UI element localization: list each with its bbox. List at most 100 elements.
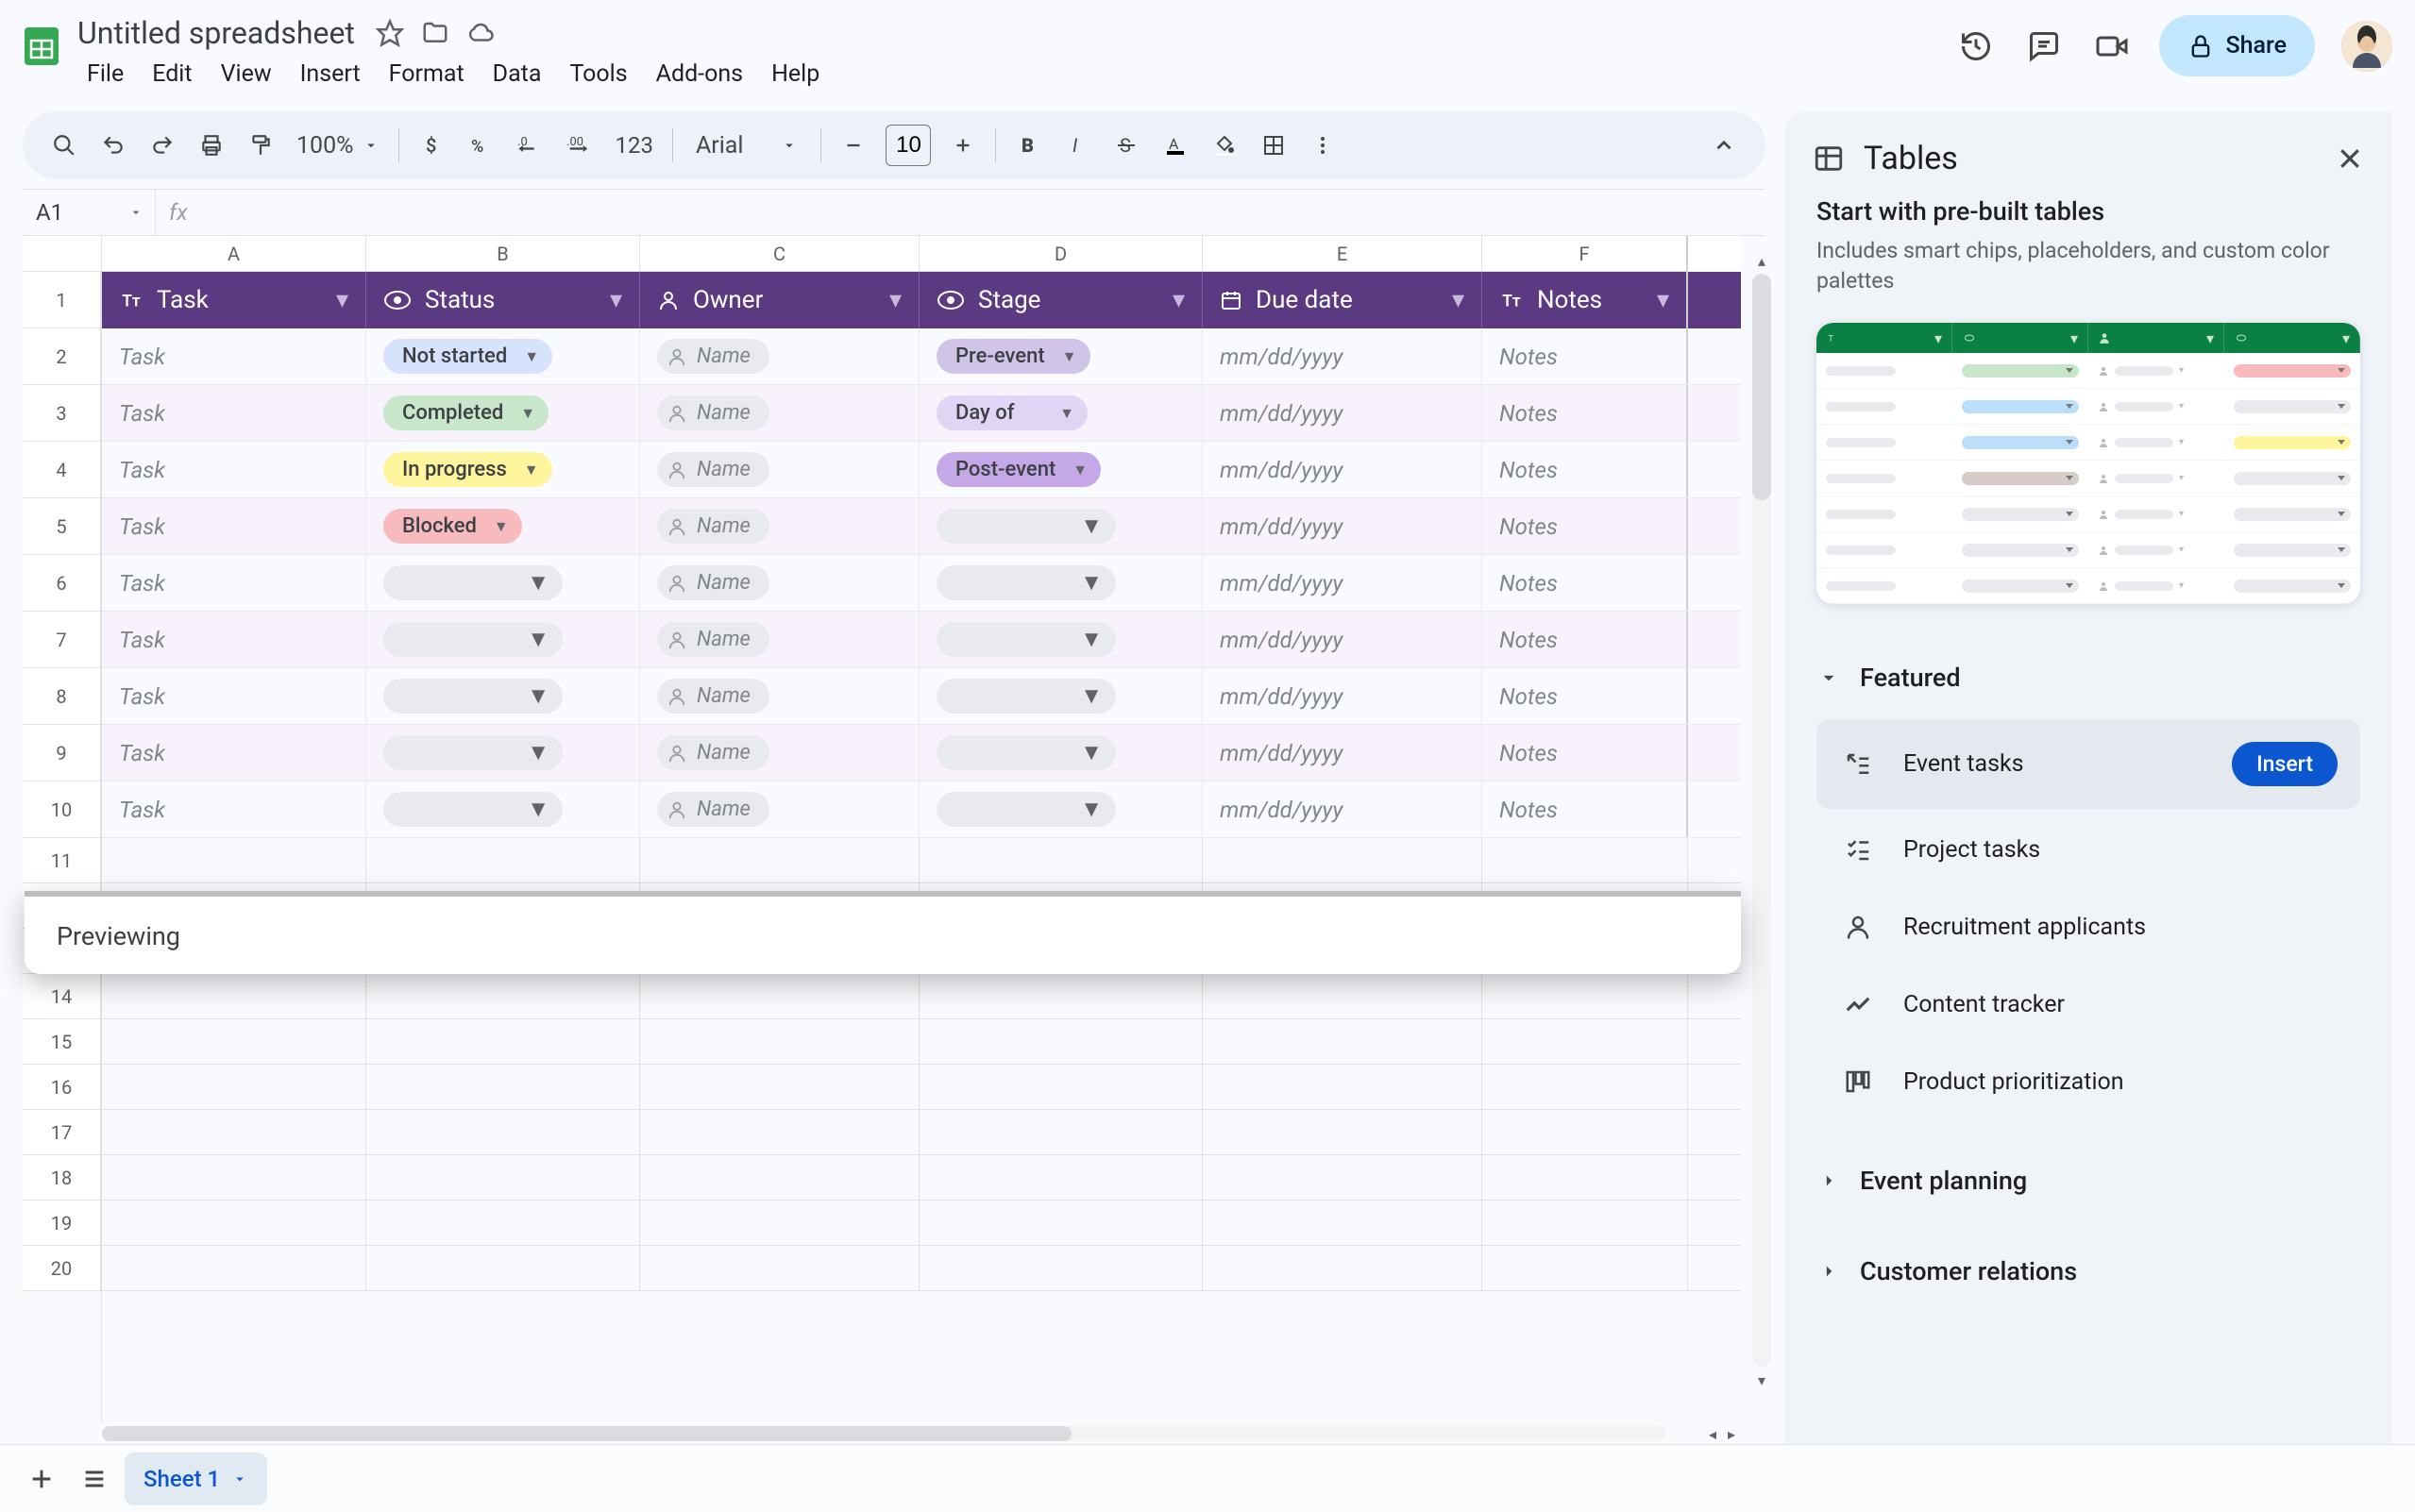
cell-status[interactable]: ▼ [366,725,640,781]
cell-task[interactable]: Task [102,668,366,724]
row-header-9[interactable]: 9 [23,725,101,781]
font-size-input[interactable] [886,125,931,166]
percent-icon[interactable]: % [458,123,503,168]
cell-stage[interactable]: ▼ [920,498,1203,554]
cell-status[interactable]: ▼ [366,781,640,837]
cell-task[interactable]: Task [102,612,366,667]
table-row[interactable]: Task▼Name▼mm/dd/yyyyNotes [102,781,1741,838]
move-folder-icon[interactable] [421,19,449,47]
cell-status[interactable]: Blocked▼ [366,498,640,554]
cell-due[interactable]: mm/dd/yyyy [1203,781,1482,837]
vscroll-thumb[interactable] [1752,274,1771,500]
table-header-due[interactable]: Due date▾ [1203,272,1482,328]
cell-status[interactable]: In progress▼ [366,442,640,497]
col-header-C[interactable]: C [640,236,920,272]
cell-stage[interactable]: ▼ [920,668,1203,724]
cell-stage[interactable]: ▼ [920,555,1203,611]
cell-owner[interactable]: Name [640,781,920,837]
table-row[interactable]: Task▼Name▼mm/dd/yyyyNotes [102,612,1741,668]
empty-row[interactable] [102,838,1741,883]
add-sheet-icon[interactable] [19,1456,64,1502]
cell-stage[interactable]: ▼ [920,612,1203,667]
decrease-decimal-icon[interactable]: .0 [507,123,552,168]
col-header-B[interactable]: B [366,236,640,272]
table-header-stage[interactable]: Stage▾ [920,272,1203,328]
stage-chip[interactable]: Day of▼ [937,395,1088,430]
cell-status[interactable]: Completed▼ [366,385,640,441]
search-menus-icon[interactable] [42,123,87,168]
menu-file[interactable]: File [74,55,137,93]
fill-color-icon[interactable] [1202,123,1247,168]
col-header-E[interactable]: E [1203,236,1482,272]
cell-task[interactable]: Task [102,442,366,497]
chevron-down-icon[interactable]: ▾ [1452,286,1464,314]
col-header-A[interactable]: A [102,236,366,272]
stage-chip-empty[interactable]: ▼ [937,792,1116,827]
name-box[interactable]: A1 [23,199,155,226]
table-row[interactable]: TaskIn progress▼NamePost-event▼mm/dd/yyy… [102,442,1741,498]
share-button[interactable]: Share [2159,15,2315,76]
empty-row[interactable] [102,1065,1741,1110]
cell-notes[interactable]: Notes [1482,442,1688,497]
row-header-1[interactable]: 1 [23,272,101,328]
status-chip[interactable]: Not started▼ [383,339,552,374]
row-header-17[interactable]: 17 [23,1110,101,1155]
template-event-tasks[interactable]: Event tasks Insert [1816,719,2360,809]
text-color-icon[interactable]: A [1153,123,1198,168]
row-header-19[interactable]: 19 [23,1201,101,1246]
section-event-planning[interactable]: Event planning [1816,1152,2360,1209]
formula-bar[interactable]: fx [155,190,201,235]
table-row[interactable]: TaskBlocked▼Name▼mm/dd/yyyyNotes [102,498,1741,555]
table-row[interactable]: Task▼Name▼mm/dd/yyyyNotes [102,555,1741,612]
scroll-left-icon[interactable]: ◂ [1703,1425,1722,1443]
cell-due[interactable]: mm/dd/yyyy [1203,328,1482,384]
cell-stage[interactable]: ▼ [920,781,1203,837]
row-header-2[interactable]: 2 [23,328,101,385]
status-chip-empty[interactable]: ▼ [383,679,563,714]
stage-chip-empty[interactable]: ▼ [937,509,1116,544]
cell-task[interactable]: Task [102,725,366,781]
more-toolbar-icon[interactable] [1300,123,1345,168]
stage-chip-empty[interactable]: ▼ [937,565,1116,600]
undo-icon[interactable] [91,123,136,168]
chevron-down-icon[interactable]: ▾ [1173,286,1185,314]
cloud-status-icon[interactable] [466,19,495,47]
row-header-4[interactable]: 4 [23,442,101,498]
owner-chip[interactable]: Name [657,395,769,430]
status-chip[interactable]: Blocked▼ [383,509,522,544]
sheet-menu-icon[interactable] [231,1470,248,1487]
increase-font-icon[interactable] [940,123,986,168]
owner-chip[interactable]: Name [657,509,769,544]
cell-owner[interactable]: Name [640,668,920,724]
status-chip[interactable]: Completed▼ [383,395,549,430]
row-header-15[interactable]: 15 [23,1019,101,1065]
cell-notes[interactable]: Notes [1482,781,1688,837]
cell-task[interactable]: Task [102,328,366,384]
row-header-18[interactable]: 18 [23,1155,101,1201]
stage-chip[interactable]: Post-event▼ [937,452,1101,487]
cell-due[interactable]: mm/dd/yyyy [1203,555,1482,611]
meet-icon[interactable] [2091,25,2133,67]
row-header-8[interactable]: 8 [23,668,101,725]
table-header-notes[interactable]: TтNotes▾ [1482,272,1688,328]
cell-notes[interactable]: Notes [1482,612,1688,667]
scroll-down-icon[interactable]: ▾ [1752,1370,1771,1389]
template-content-tracker[interactable]: Content tracker [1816,967,2360,1041]
stage-chip-empty[interactable]: ▼ [937,735,1116,770]
row-header-3[interactable]: 3 [23,385,101,442]
table-row[interactable]: TaskCompleted▼NameDay of▼mm/dd/yyyyNotes [102,385,1741,442]
cell-notes[interactable]: Notes [1482,668,1688,724]
stage-chip-empty[interactable]: ▼ [937,622,1116,657]
col-header-F[interactable]: F [1482,236,1688,272]
menu-help[interactable]: Help [758,55,833,93]
empty-row[interactable] [102,1155,1741,1201]
section-featured[interactable]: Featured [1816,649,2360,706]
menu-data[interactable]: Data [480,55,555,93]
cell-status[interactable]: ▼ [366,668,640,724]
increase-decimal-icon[interactable]: .00 [556,123,601,168]
account-avatar[interactable] [2341,21,2392,72]
status-chip-empty[interactable]: ▼ [383,622,563,657]
cell-due[interactable]: mm/dd/yyyy [1203,612,1482,667]
cell-status[interactable]: ▼ [366,555,640,611]
empty-row[interactable] [102,974,1741,1019]
